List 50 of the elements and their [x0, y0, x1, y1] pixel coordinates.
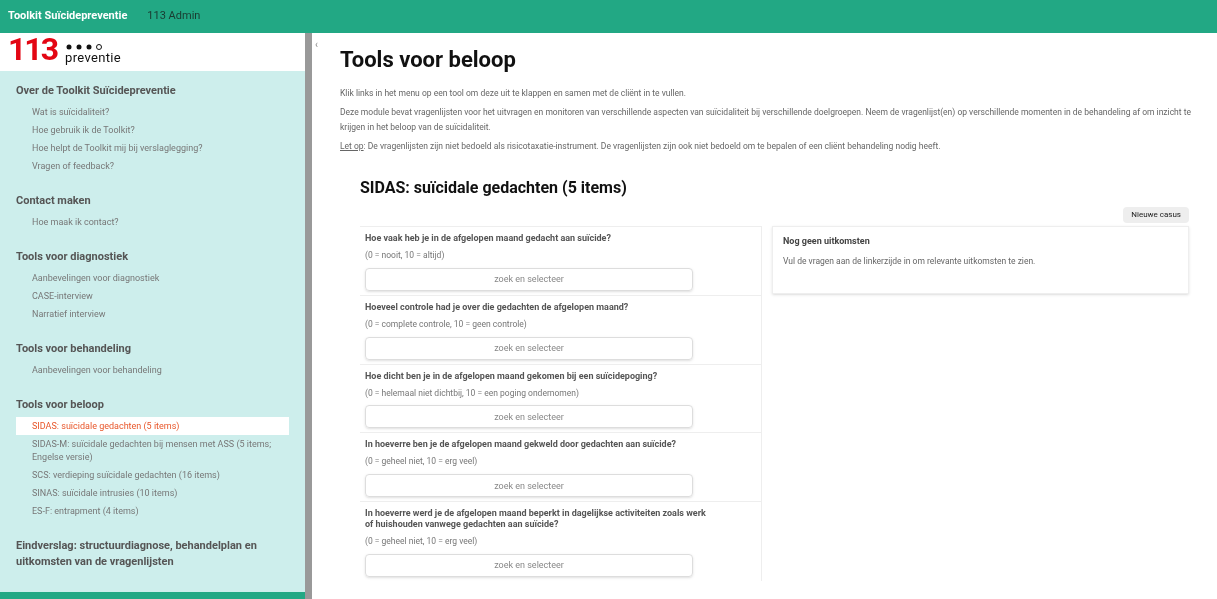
menu-item[interactable]: Hoe maak ik contact? [16, 213, 289, 231]
results-text: Vul de vragen aan de linkerzijde in om relevante uitkomsten te zien. [783, 254, 1037, 268]
menu-item[interactable]: Aanbevelingen voor diagnostiek [16, 269, 289, 287]
note-text: Let op: De vragenlijsten zijn niet bedoeld als risicotaxatie-instrument. De vragenlijsten zijn ook niet bedoeld om te bepalen of een cliënt behandeling nodig heeft. [340, 140, 942, 153]
menu-item[interactable]: Aanbevelingen voor behandeling [16, 361, 289, 379]
menu-item[interactable]: SCS: verdieping suïcidale gedachten (16 items) [16, 466, 289, 484]
intro-text: Deze module bevat vragenlijsten voor het uitvragen en monitoren van verschillende aspecten van suïcidaliteit bij verschillende doelgroepen. Neem de vragenlijst(en) op verschillende momenten in de behandeling af om inzicht te krijgen in het beloop van de suïcidaliteit. [340, 106, 1192, 134]
menu-item[interactable]: Wat is suïcidaliteit? [16, 103, 289, 121]
menu-item[interactable]: SIDAS: suïcidale gedachten (5 items) [16, 417, 289, 435]
menu-item[interactable]: ES-F: entrapment (4 items) [16, 502, 289, 520]
question-text: In hoeverre ben je de afgelopen maand gekweld door gedachten aan suïcide? [365, 439, 678, 451]
new-case-button[interactable]: Nieuwe casus [1123, 207, 1189, 223]
menu-item[interactable]: Vragen of feedback? [16, 157, 289, 175]
menu-item[interactable]: Narratief interview [16, 305, 289, 323]
select-field[interactable]: zoek en selecteer [365, 405, 693, 429]
menu-item[interactable]: CASE-interview [16, 287, 289, 305]
logo-number: 113 [8, 33, 59, 65]
scale-hint: (0 = geheel niet, 10 = erg veel) [365, 455, 479, 468]
question-text: Hoeveel controle had je over die gedachten de afgelopen maand? [365, 301, 630, 313]
menu-item[interactable]: Hoe gebruik ik de Toolkit? [16, 121, 289, 139]
select-field[interactable]: zoek en selecteer [365, 267, 693, 291]
menu-item[interactable]: SIDAS-M: suïcidale gedachten bij mensen met ASS (5 items; Engelse versie) [16, 435, 289, 466]
select-field[interactable]: zoek en selecteer [365, 553, 693, 577]
section-heading[interactable]: Tools voor diagnostiek [16, 249, 289, 265]
scale-hint: (0 = helemaal niet dichtbij, 10 = een poging ondernomen) [365, 386, 580, 400]
menu-item[interactable]: SINAS: suïcidale intrusies (10 items) [16, 484, 289, 502]
scale-hint: (0 = nooit, 10 = altijd) [365, 249, 446, 262]
logo-word: preventie [65, 51, 121, 65]
scale-hint: (0 = complete controle, 10 = geen controle) [365, 317, 528, 331]
menu-item[interactable]: Hoe helpt de Toolkit mij bij verslaglegging? [16, 139, 289, 157]
question-text: Hoe dicht ben je in de afgelopen maand gekomen bij een suïcidepoging? [365, 370, 659, 382]
scale-hint: (0 = geheel niet, 10 = erg veel) [365, 535, 479, 548]
section-heading[interactable]: Tools voor beloop [16, 397, 289, 413]
user-name[interactable]: 113 Admin [147, 8, 201, 25]
section-heading[interactable]: Tools voor behandeling [16, 341, 289, 357]
section-heading[interactable]: Over de Toolkit Suïcidepreventie [16, 83, 289, 99]
section-heading[interactable]: Contact maken [16, 193, 289, 209]
app-brand[interactable]: Toolkit Suïcidepreventie [8, 8, 128, 25]
page-title: Tools voor beloop [340, 46, 517, 74]
select-field[interactable]: zoek en selecteer [365, 336, 693, 360]
question-text: Hoe vaak heb je in de afgelopen maand gedacht aan suïcide? [365, 233, 612, 244]
question-text: In hoeverre werd je de afgelopen maand beperkt in dagelijkse activiteiten zoals werk of huishouden vanwege gedachten aan suïcide? [365, 508, 707, 530]
select-field[interactable]: zoek en selecteer [365, 474, 693, 497]
note-link[interactable]: Let op [340, 141, 364, 151]
intro-text: Klik links in het menu op een tool om deze uit te klappen en samen met de cliënt in te vullen. [340, 87, 688, 100]
section-heading[interactable]: Eindverslag: structuurdiagnose, behandelplan en uitkomsten van de vragenlijsten [16, 538, 289, 570]
results-title: Nog geen uitkomsten [783, 235, 871, 248]
tool-title: SIDAS: suïcidale gedachten (5 items) [360, 177, 628, 199]
scrollbar[interactable] [305, 33, 312, 599]
collapse-button[interactable]: ‹ [315, 37, 318, 52]
